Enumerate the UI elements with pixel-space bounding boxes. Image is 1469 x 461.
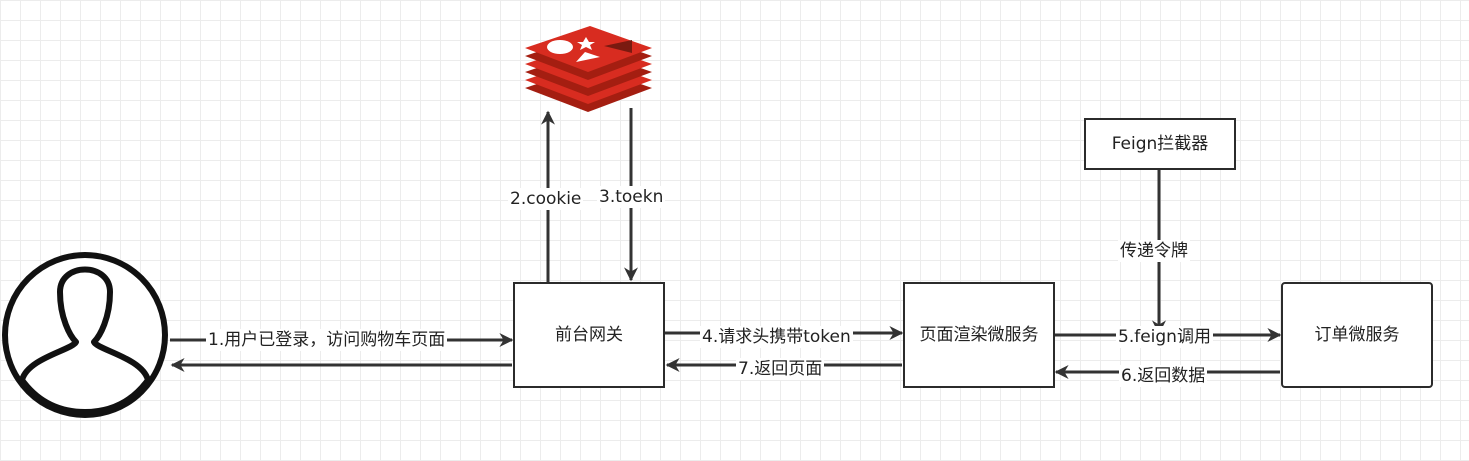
edge-label-step2: 2.cookie (508, 188, 584, 210)
feign-interceptor-node[interactable]: Feign拦截器 (1084, 118, 1236, 170)
gateway-label: 前台网关 (555, 324, 623, 345)
redis-logo-icon (525, 26, 652, 112)
gateway-node[interactable]: 前台网关 (513, 282, 665, 388)
feign-interceptor-label: Feign拦截器 (1111, 133, 1209, 154)
edge-label-step4: 4.请求头携带token (700, 326, 853, 348)
render-service-node[interactable]: 页面渲染微服务 (903, 282, 1055, 388)
user-avatar-icon (2, 252, 168, 418)
edge-label-step6: 6.返回数据 (1119, 365, 1208, 387)
render-service-label: 页面渲染微服务 (919, 324, 1039, 345)
edge-label-step1: 1.用户已登录，访问购物车页面 (206, 329, 448, 351)
order-service-node[interactable]: 订单微服务 (1281, 282, 1433, 388)
edge-label-step5: 5.feign调用 (1116, 326, 1213, 348)
order-service-label: 订单微服务 (1314, 324, 1400, 345)
edge-label-pass-token: 传递令牌 (1118, 240, 1190, 262)
diagram-canvas (2, 26, 1282, 418)
edge-label-step3: 3.toekn (597, 186, 666, 208)
edge-label-step7: 7.返回页面 (736, 358, 825, 380)
